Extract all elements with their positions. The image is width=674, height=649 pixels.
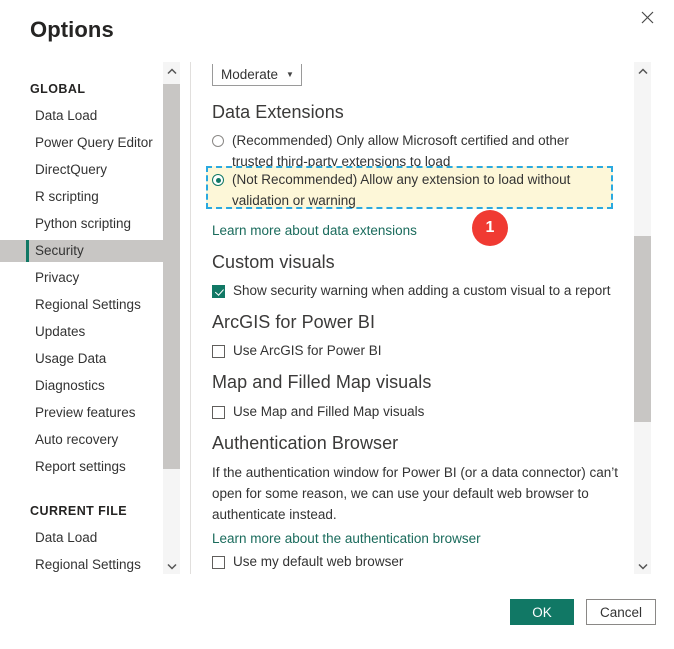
- sidebar-scrollbar[interactable]: [163, 62, 180, 574]
- checkbox-checked-icon: [212, 285, 225, 298]
- checkbox-row-use-default-browser[interactable]: Use my default web browser: [212, 553, 403, 571]
- checkbox-row-use-arcgis[interactable]: Use ArcGIS for Power BI: [212, 342, 382, 360]
- checkbox-label-use-map-visuals: Use Map and Filled Map visuals: [233, 403, 424, 421]
- sidebar-scroll-up-button[interactable]: [163, 62, 180, 79]
- annotation-badge-1: 1: [472, 210, 508, 246]
- checkbox-label-use-arcgis: Use ArcGIS for Power BI: [233, 342, 382, 360]
- sidebar-scroll-thumb[interactable]: [163, 84, 180, 469]
- sidebar-item-regional-settings[interactable]: Regional Settings: [0, 294, 178, 316]
- radio-option-not-recommended[interactable]: (Not Recommended) Allow any extension to…: [212, 169, 608, 211]
- checkbox-row-custom-visual-warning[interactable]: Show security warning when adding a cust…: [212, 282, 610, 300]
- sidebar-item-auto-recovery[interactable]: Auto recovery: [0, 429, 178, 451]
- sidebar-item-power-query-editor[interactable]: Power Query Editor: [0, 132, 178, 154]
- sidebar-item-data-load[interactable]: Data Load: [0, 105, 178, 127]
- radio-icon-selected: [212, 174, 224, 186]
- checkbox-unchecked-icon: [212, 406, 225, 419]
- caret-down-icon: ▼: [286, 71, 294, 79]
- checkbox-unchecked-icon: [212, 345, 225, 358]
- sidebar-item-directquery[interactable]: DirectQuery: [0, 159, 178, 181]
- security-level-value: Moderate: [221, 67, 278, 82]
- authentication-browser-description: If the authentication window for Power B…: [212, 462, 618, 525]
- sidebar-item-python-scripting[interactable]: Python scripting: [0, 213, 178, 235]
- data-extensions-heading: Data Extensions: [212, 102, 344, 123]
- chevron-up-icon: [167, 62, 177, 80]
- chevron-down-icon: [167, 557, 177, 575]
- custom-visuals-heading: Custom visuals: [212, 252, 335, 273]
- authentication-browser-heading: Authentication Browser: [212, 433, 398, 454]
- close-button[interactable]: [628, 2, 666, 32]
- ok-button[interactable]: OK: [510, 599, 574, 625]
- sidebar-item-report-settings[interactable]: Report settings: [0, 456, 178, 478]
- content-scroll-up-button[interactable]: [634, 62, 651, 79]
- map-visuals-heading: Map and Filled Map visuals: [212, 372, 431, 393]
- cancel-button[interactable]: Cancel: [586, 599, 656, 625]
- close-icon: [641, 11, 654, 24]
- sidebar-scroll-down-button[interactable]: [163, 557, 180, 574]
- options-sidebar: GLOBAL Data Load Power Query Editor Dire…: [0, 62, 178, 574]
- content-scroll-thumb[interactable]: [634, 236, 651, 422]
- sidebar-item-preview-features[interactable]: Preview features: [0, 402, 178, 424]
- dialog-footer: OK Cancel: [0, 583, 674, 649]
- checkbox-row-use-map-visuals[interactable]: Use Map and Filled Map visuals: [212, 403, 424, 421]
- checkbox-unchecked-icon: [212, 556, 225, 569]
- panel-divider: [190, 62, 191, 574]
- learn-more-authentication-browser-link[interactable]: Learn more about the authentication brow…: [212, 531, 481, 546]
- sidebar-item-r-scripting[interactable]: R scripting: [0, 186, 178, 208]
- sidebar-group-header-current-file: CURRENT FILE: [0, 500, 178, 522]
- sidebar-item-diagnostics[interactable]: Diagnostics: [0, 375, 178, 397]
- checkbox-label-use-default-browser: Use my default web browser: [233, 553, 403, 571]
- radio-option-not-recommended-label: (Not Recommended) Allow any extension to…: [232, 169, 608, 211]
- sidebar-item-usage-data[interactable]: Usage Data: [0, 348, 178, 370]
- checkbox-label-custom-visual-warning: Show security warning when adding a cust…: [233, 282, 610, 300]
- chevron-up-icon: [638, 62, 648, 80]
- sidebar-group-header-global: GLOBAL: [0, 78, 178, 100]
- sidebar-item-updates[interactable]: Updates: [0, 321, 178, 343]
- dialog-title-bar: Options: [0, 0, 674, 56]
- sidebar-item-current-data-load[interactable]: Data Load: [0, 527, 178, 549]
- radio-icon-unselected: [212, 135, 224, 147]
- learn-more-data-extensions-link[interactable]: Learn more about data extensions: [212, 223, 417, 238]
- security-level-dropdown[interactable]: Moderate ▼: [212, 64, 302, 86]
- security-settings-pane: Moderate ▼ Data Extensions (Recommended)…: [200, 62, 624, 574]
- content-scroll-down-button[interactable]: [634, 557, 651, 574]
- chevron-down-icon: [638, 557, 648, 575]
- sidebar-item-security[interactable]: Security: [0, 240, 178, 262]
- arcgis-heading: ArcGIS for Power BI: [212, 312, 375, 333]
- page-title: Options: [30, 17, 114, 43]
- sidebar-item-privacy[interactable]: Privacy: [0, 267, 178, 289]
- sidebar-item-current-regional-settings[interactable]: Regional Settings: [0, 554, 178, 574]
- content-scrollbar[interactable]: [634, 62, 651, 574]
